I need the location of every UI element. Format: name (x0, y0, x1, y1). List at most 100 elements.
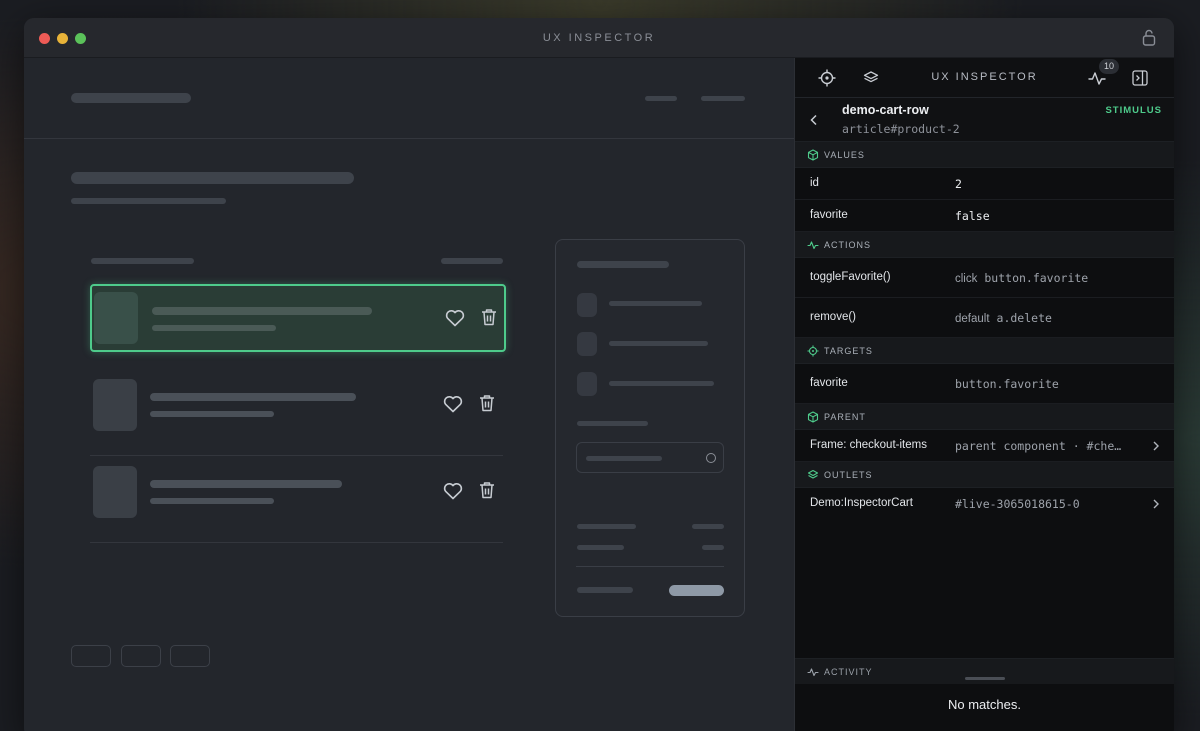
back-chevron-icon[interactable] (809, 114, 819, 126)
activity-empty-state: No matches. (795, 685, 1174, 731)
section-label: TARGETS (824, 346, 873, 356)
target-name: favorite (810, 377, 848, 389)
apply-radio-icon[interactable] (706, 453, 716, 463)
chevron-right-icon[interactable] (1152, 441, 1160, 451)
summary-divider (576, 566, 724, 567)
outlets-section-header[interactable]: OUTLETS (795, 462, 1174, 488)
value-content: 2 (955, 177, 962, 191)
parent-value: parent component · #che… (955, 439, 1122, 453)
cart-row[interactable] (90, 372, 506, 440)
heart-icon[interactable] (443, 395, 463, 413)
summary-thumb (577, 332, 597, 356)
resize-handle[interactable] (965, 677, 1005, 680)
trash-icon[interactable] (479, 481, 495, 499)
action-event: click (955, 273, 978, 285)
element-name: demo-cart-row (842, 103, 929, 117)
action-target: button.favorite (984, 271, 1089, 285)
inspector-title: UX INSPECTOR (931, 71, 1038, 83)
outlet-row[interactable]: Demo:InspectorCart #live-3065018615-0 (795, 488, 1174, 520)
controller-type-badge: STIMULUS (1105, 105, 1162, 116)
nav-link-placeholder[interactable] (645, 96, 677, 101)
action-row[interactable]: toggleFavorite() click button.favorite (795, 258, 1174, 298)
trash-icon[interactable] (479, 394, 495, 412)
target-selector: button.favorite (955, 377, 1059, 391)
activity-section-header[interactable]: ACTIVITY (795, 658, 1174, 684)
column-header-placeholder (91, 258, 194, 264)
outlet-value: #live-3065018615-0 (955, 497, 1080, 511)
product-meta-placeholder (150, 411, 274, 417)
product-title-placeholder (150, 393, 356, 401)
promo-code-input[interactable] (576, 442, 724, 473)
target-row[interactable]: favorite button.favorite (795, 364, 1174, 404)
section-label: ACTIONS (824, 240, 872, 250)
row-divider (90, 455, 503, 456)
total-label-placeholder (577, 587, 633, 593)
action-binding: click button.favorite (955, 271, 1088, 285)
cart-row[interactable] (90, 459, 506, 527)
tax-label-placeholder (577, 545, 624, 550)
checkout-button[interactable] (669, 585, 724, 596)
chevron-right-icon[interactable] (1152, 499, 1160, 509)
cube-icon (807, 411, 819, 423)
action-row[interactable]: remove() default a.delete (795, 298, 1174, 338)
heading-placeholder (71, 172, 354, 184)
value-key: id (810, 177, 819, 189)
summary-thumb (577, 293, 597, 317)
promo-label-placeholder (577, 421, 648, 426)
pagination-button[interactable] (170, 645, 210, 667)
section-label: OUTLETS (824, 470, 873, 480)
summary-line (609, 341, 708, 346)
pagination-button[interactable] (121, 645, 161, 667)
sidebar-toggle-icon[interactable] (1130, 68, 1150, 88)
activity-count-badge: 10 (1099, 59, 1120, 74)
inspector-panel: UX INSPECTOR 10 demo-cart-row article#pr… (794, 58, 1174, 731)
targets-section-header[interactable]: TARGETS (795, 338, 1174, 364)
activity-icon (807, 668, 819, 677)
action-name: toggleFavorite() (810, 271, 891, 283)
subtotal-label-placeholder (577, 524, 636, 529)
layers-icon (807, 469, 819, 479)
lock-icon[interactable] (1142, 29, 1156, 46)
row-divider (90, 542, 503, 543)
column-header-placeholder (441, 258, 503, 264)
product-title-placeholder (150, 480, 342, 488)
title-bar: UX INSPECTOR (24, 18, 1174, 58)
cart-row-selected[interactable] (90, 284, 506, 352)
nav-link-placeholder[interactable] (701, 96, 745, 101)
product-title-placeholder (152, 307, 372, 315)
trash-icon[interactable] (481, 308, 497, 326)
promo-input-placeholder (586, 456, 662, 461)
logo-placeholder (71, 93, 191, 103)
pagination-button[interactable] (71, 645, 111, 667)
summary-title-placeholder (577, 261, 669, 268)
subtotal-value-placeholder (692, 524, 724, 529)
parent-row[interactable]: Frame: checkout-items parent component ·… (795, 430, 1174, 462)
actions-section-header[interactable]: ACTIONS (795, 232, 1174, 258)
app-window: UX INSPECTOR UX INSPECTOR 10 demo-cart-r… (24, 18, 1174, 731)
section-label: PARENT (824, 412, 866, 422)
action-binding: default a.delete (955, 311, 1052, 325)
element-selector: article#product-2 (842, 122, 960, 136)
value-row[interactable]: id 2 (795, 168, 1174, 200)
inspector-toolbar: UX INSPECTOR 10 (795, 58, 1174, 98)
heart-icon[interactable] (443, 482, 463, 500)
parent-name: Frame: checkout-items (810, 439, 927, 451)
value-key: favorite (810, 209, 848, 221)
cube-icon (807, 149, 819, 161)
value-row[interactable]: favorite false (795, 200, 1174, 232)
action-event: default (955, 313, 990, 325)
activity-icon (807, 241, 819, 250)
summary-line (609, 301, 702, 306)
values-section-header[interactable]: VALUES (795, 142, 1174, 168)
subheading-placeholder (71, 198, 226, 204)
section-label: VALUES (824, 150, 865, 160)
summary-line (609, 381, 714, 386)
target-icon (807, 345, 819, 357)
outlet-name: Demo:InspectorCart (810, 497, 913, 509)
action-name: remove() (810, 311, 857, 323)
product-thumbnail (94, 292, 138, 344)
demo-page (24, 58, 794, 731)
element-header: demo-cart-row article#product-2 STIMULUS (795, 98, 1174, 142)
heart-icon[interactable] (445, 309, 465, 327)
parent-section-header[interactable]: PARENT (795, 404, 1174, 430)
